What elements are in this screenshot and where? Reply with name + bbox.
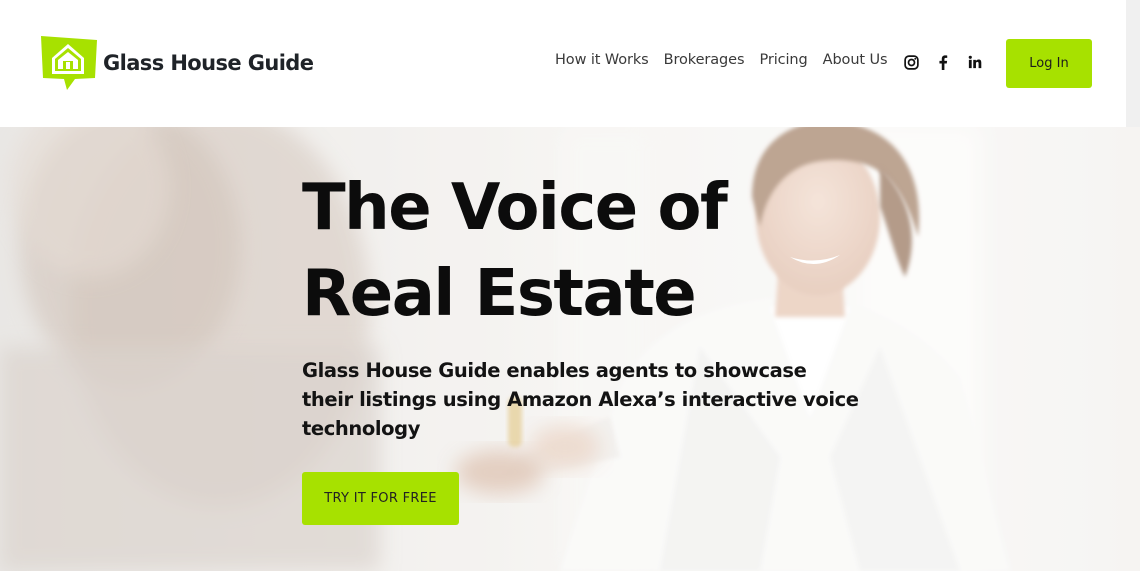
nav-how-it-works[interactable]: How it Works: [555, 52, 649, 68]
site-header: Glass House Guide How it Works Brokerage…: [0, 0, 1126, 127]
hero-title-line-2: Real Estate: [302, 257, 697, 331]
house-logo-icon: [37, 34, 99, 92]
hero-subtitle: Glass House Guide enables agents to show…: [302, 359, 859, 440]
try-it-free-button[interactable]: TRY IT FOR FREE: [302, 472, 459, 525]
linkedin-icon[interactable]: [967, 54, 983, 70]
brand-logo[interactable]: Glass House Guide: [37, 34, 314, 92]
hero-title-line-1: The Voice of: [302, 171, 728, 245]
main-nav: How it Works Brokerages Pricing About Us: [555, 52, 902, 68]
scrollbar[interactable]: [1126, 0, 1140, 127]
social-links: [903, 54, 999, 70]
instagram-icon[interactable]: [903, 54, 919, 70]
brand-name: Glass House Guide: [103, 51, 314, 75]
nav-about-us[interactable]: About Us: [823, 52, 888, 68]
nav-brokerages[interactable]: Brokerages: [664, 52, 745, 68]
nav-pricing[interactable]: Pricing: [759, 52, 807, 68]
hero-section: The Voice of Real Estate Glass House Gui…: [0, 127, 1140, 571]
login-button[interactable]: Log In: [1006, 39, 1092, 88]
facebook-icon[interactable]: [935, 54, 951, 70]
hero-title: The Voice of Real Estate: [302, 165, 728, 337]
